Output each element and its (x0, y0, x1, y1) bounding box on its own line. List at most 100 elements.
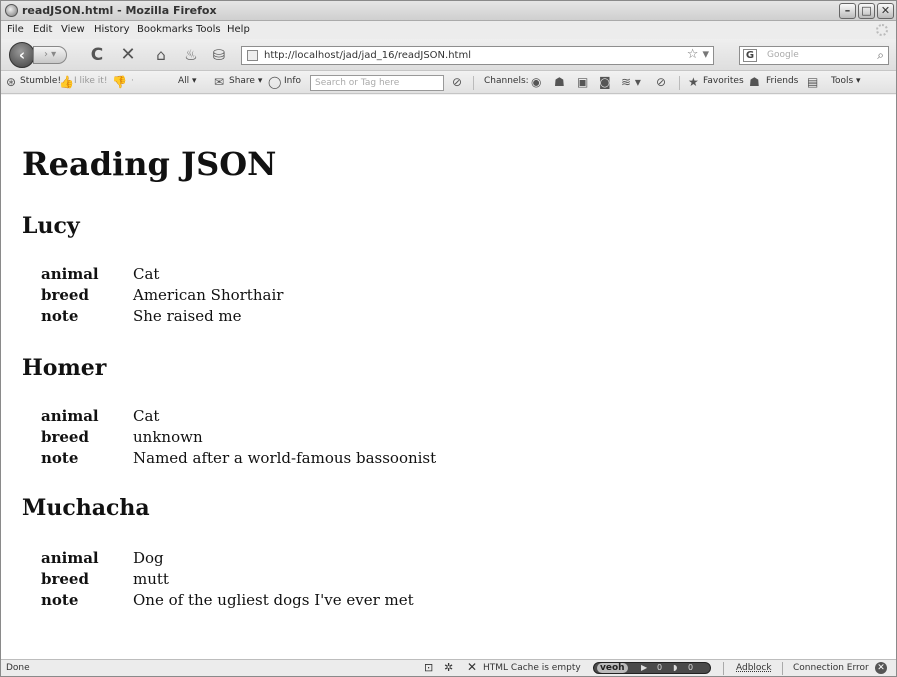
stop-icon[interactable]: ✕ (118, 46, 138, 64)
stumble-search-input[interactable]: Search or Tag here (310, 75, 444, 91)
firebug-icon[interactable]: ✲ (444, 661, 453, 674)
status-separator (723, 662, 724, 675)
thumbs-down-icon[interactable]: 👎 (112, 75, 127, 89)
stumble-search-placeholder: Search or Tag here (315, 78, 400, 88)
title-bar: readJSON.html - Mozilla Firefox – □ ✕ (1, 1, 896, 21)
field-value: She raised me (133, 307, 242, 325)
cache-status[interactable]: HTML Cache is empty (483, 663, 581, 673)
field-key: animal (41, 549, 99, 567)
forward-button[interactable]: › ▾ (33, 46, 67, 64)
field-value: One of the ugliest dogs I've ever met (133, 591, 414, 609)
field-value: mutt (133, 570, 169, 588)
status-separator (782, 662, 783, 675)
menu-view[interactable]: View (61, 24, 85, 35)
channel-tag-icon[interactable]: ⊘ (656, 75, 666, 89)
friends-icon: ☗ (749, 75, 760, 89)
search-icon[interactable]: ⌕ (877, 48, 884, 63)
field-key: animal (41, 265, 99, 283)
home-icon[interactable]: ⌂ (151, 46, 171, 64)
field-key: breed (41, 286, 89, 304)
firefox-icon (5, 4, 18, 17)
url-bar[interactable]: http://localhost/jad/jad_16/readJSON.htm… (241, 46, 714, 65)
menu-help[interactable]: Help (227, 24, 250, 35)
veoh-count: 0 (657, 663, 663, 672)
browser-window: readJSON.html - Mozilla Firefox – □ ✕ Fi… (0, 0, 897, 677)
all-dropdown[interactable]: All ▾ (178, 76, 197, 86)
field-key: note (41, 307, 79, 325)
menu-file[interactable]: File (7, 24, 24, 35)
field-key: animal (41, 407, 99, 425)
toolbar-separator (473, 76, 474, 90)
channel-tv-icon[interactable]: ◙ (599, 75, 611, 89)
channel-people-icon[interactable]: ☗ (554, 75, 565, 89)
field-value: American Shorthair (133, 286, 284, 304)
screenshot-icon[interactable]: ⊡ (424, 661, 433, 674)
channel-photo-icon[interactable]: ▣ (577, 75, 588, 89)
reload-icon[interactable]: C (87, 46, 107, 64)
stumble-toolbar: ⊛ Stumble! 👍 I like it! 👎 · All ▾ ✉ Shar… (1, 72, 896, 94)
page-favicon-icon (247, 50, 258, 61)
page-heading: Reading JSON (22, 145, 277, 183)
pet-name: Homer (22, 355, 107, 381)
field-value: Cat (133, 265, 160, 283)
throbber-icon (876, 24, 888, 36)
page-content: Reading JSON Lucy animal Cat breed Ameri… (1, 95, 896, 659)
addon-icon[interactable]: ♨ (181, 46, 201, 64)
navigation-toolbar: ‹ › ▾ C ✕ ⌂ ♨ ⛁ http://localhost/jad/jad… (1, 39, 896, 71)
share-icon: ✉ (214, 75, 225, 89)
share-button[interactable]: Share ▾ (229, 76, 262, 86)
veoh-play-icon: ▶ (641, 663, 648, 672)
status-text: Done (6, 663, 30, 673)
favorites-button[interactable]: Favorites (703, 76, 744, 86)
pet-name: Muchacha (22, 495, 150, 521)
field-value: Dog (133, 549, 164, 567)
bookmark-star-icon[interactable]: ☆ ▾ (687, 47, 709, 62)
notes-icon[interactable]: ▤ (807, 75, 818, 89)
menu-bar: File Edit View History Bookmarks Tools H… (1, 21, 896, 39)
field-value: Named after a world-famous bassoonist (133, 449, 437, 467)
menu-history[interactable]: History (94, 24, 130, 35)
veoh-logo: veoh (597, 663, 628, 673)
like-button[interactable]: I like it! (74, 76, 107, 86)
info-icon: ◯ (268, 75, 282, 89)
veoh-feed-icon: ◗ (673, 663, 678, 672)
thumbs-up-icon: 👍 (59, 75, 74, 89)
stumble-button[interactable]: Stumble! (20, 76, 61, 86)
close-button[interactable]: ✕ (877, 3, 894, 19)
menu-bookmarks[interactable]: Bookmarks (137, 24, 193, 35)
minimize-button[interactable]: – (839, 3, 856, 19)
pet-name: Lucy (22, 213, 80, 239)
tag-icon[interactable]: ⊘ (452, 75, 462, 89)
database-icon[interactable]: ⛁ (209, 46, 229, 64)
field-value: unknown (133, 428, 203, 446)
channel-globe-icon[interactable]: ◉ (531, 75, 541, 89)
thumbs-down-dropdown[interactable]: · (131, 76, 134, 86)
adblock-button[interactable]: Adblock (736, 663, 772, 673)
error-icon[interactable]: ✕ (875, 662, 887, 674)
back-button[interactable]: ‹ (9, 42, 35, 68)
toolbar-separator (679, 76, 680, 90)
friends-button[interactable]: Friends (766, 76, 798, 86)
search-placeholder: Google (767, 50, 799, 60)
window-title: readJSON.html - Mozilla Firefox (22, 4, 217, 17)
veoh-widget[interactable]: veoh ▶ 0 ◗ 0 (593, 662, 711, 674)
field-value: Cat (133, 407, 160, 425)
favorites-star-icon: ★ (688, 75, 699, 89)
info-button[interactable]: Info (284, 76, 301, 86)
tools-dropdown[interactable]: Tools ▾ (831, 76, 861, 86)
status-bar: Done ⊡ ✲ ✕ HTML Cache is empty veoh ▶ 0 … (1, 659, 896, 676)
veoh-count: 0 (688, 663, 694, 672)
menu-edit[interactable]: Edit (33, 24, 52, 35)
field-key: note (41, 449, 79, 467)
channels-label: Channels: (484, 76, 529, 86)
stumble-logo-icon: ⊛ (6, 75, 17, 89)
menu-tools[interactable]: Tools (196, 24, 221, 35)
channel-more-icon[interactable]: ≋ ▾ (621, 75, 641, 89)
connection-status[interactable]: Connection Error (793, 663, 869, 673)
field-key: breed (41, 428, 89, 446)
cache-icon: ✕ (467, 660, 478, 674)
maximize-button[interactable]: □ (858, 3, 875, 19)
search-bar[interactable]: G Google ⌕ (739, 46, 889, 65)
field-key: breed (41, 570, 89, 588)
search-engine-icon[interactable]: G (743, 49, 757, 62)
